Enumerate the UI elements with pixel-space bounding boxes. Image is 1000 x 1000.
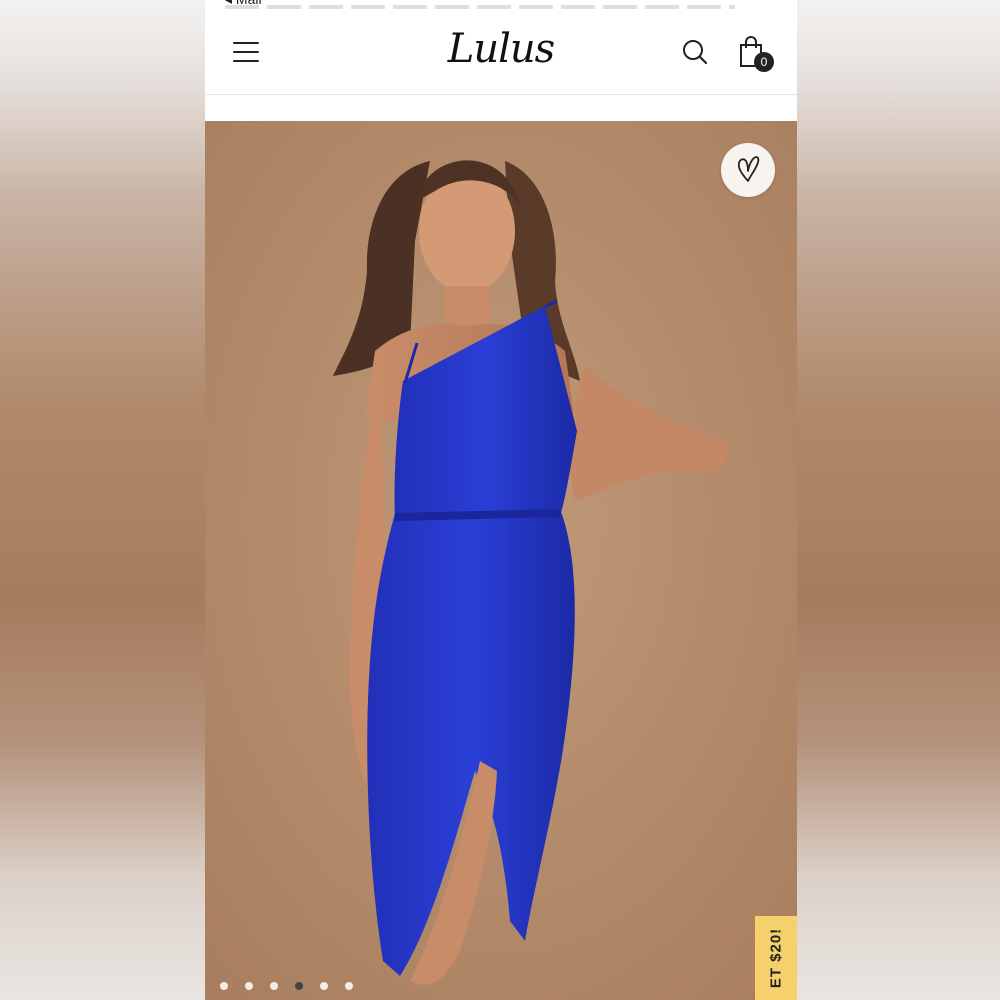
promo-tab[interactable]: ET $20!: [755, 916, 797, 1000]
brand-logo[interactable]: Lulus: [445, 24, 557, 74]
status-bar: ◂ Mail: [205, 0, 797, 12]
search-icon: [683, 40, 708, 65]
mobile-screen: ◂ Mail Lulus 0: [205, 0, 797, 1000]
gallery-dot[interactable]: [345, 982, 353, 990]
gallery-dot-active[interactable]: [295, 982, 303, 990]
search-button[interactable]: [681, 38, 709, 66]
cart-button[interactable]: 0: [738, 36, 778, 76]
site-header: Lulus 0: [205, 12, 797, 95]
gallery-dot[interactable]: [245, 982, 253, 990]
menu-button[interactable]: [233, 42, 259, 64]
favorite-button[interactable]: [721, 143, 775, 197]
gallery-dot[interactable]: [270, 982, 278, 990]
gallery-dot[interactable]: [220, 982, 228, 990]
heart-icon: [737, 156, 760, 182]
cart-count-badge: 0: [754, 52, 774, 72]
product-image[interactable]: ET $20!: [205, 121, 797, 1000]
promo-text: ET $20!: [767, 927, 785, 989]
status-bar-blur: [225, 5, 735, 9]
model-photo: [205, 121, 797, 1000]
gallery-dot[interactable]: [320, 982, 328, 990]
